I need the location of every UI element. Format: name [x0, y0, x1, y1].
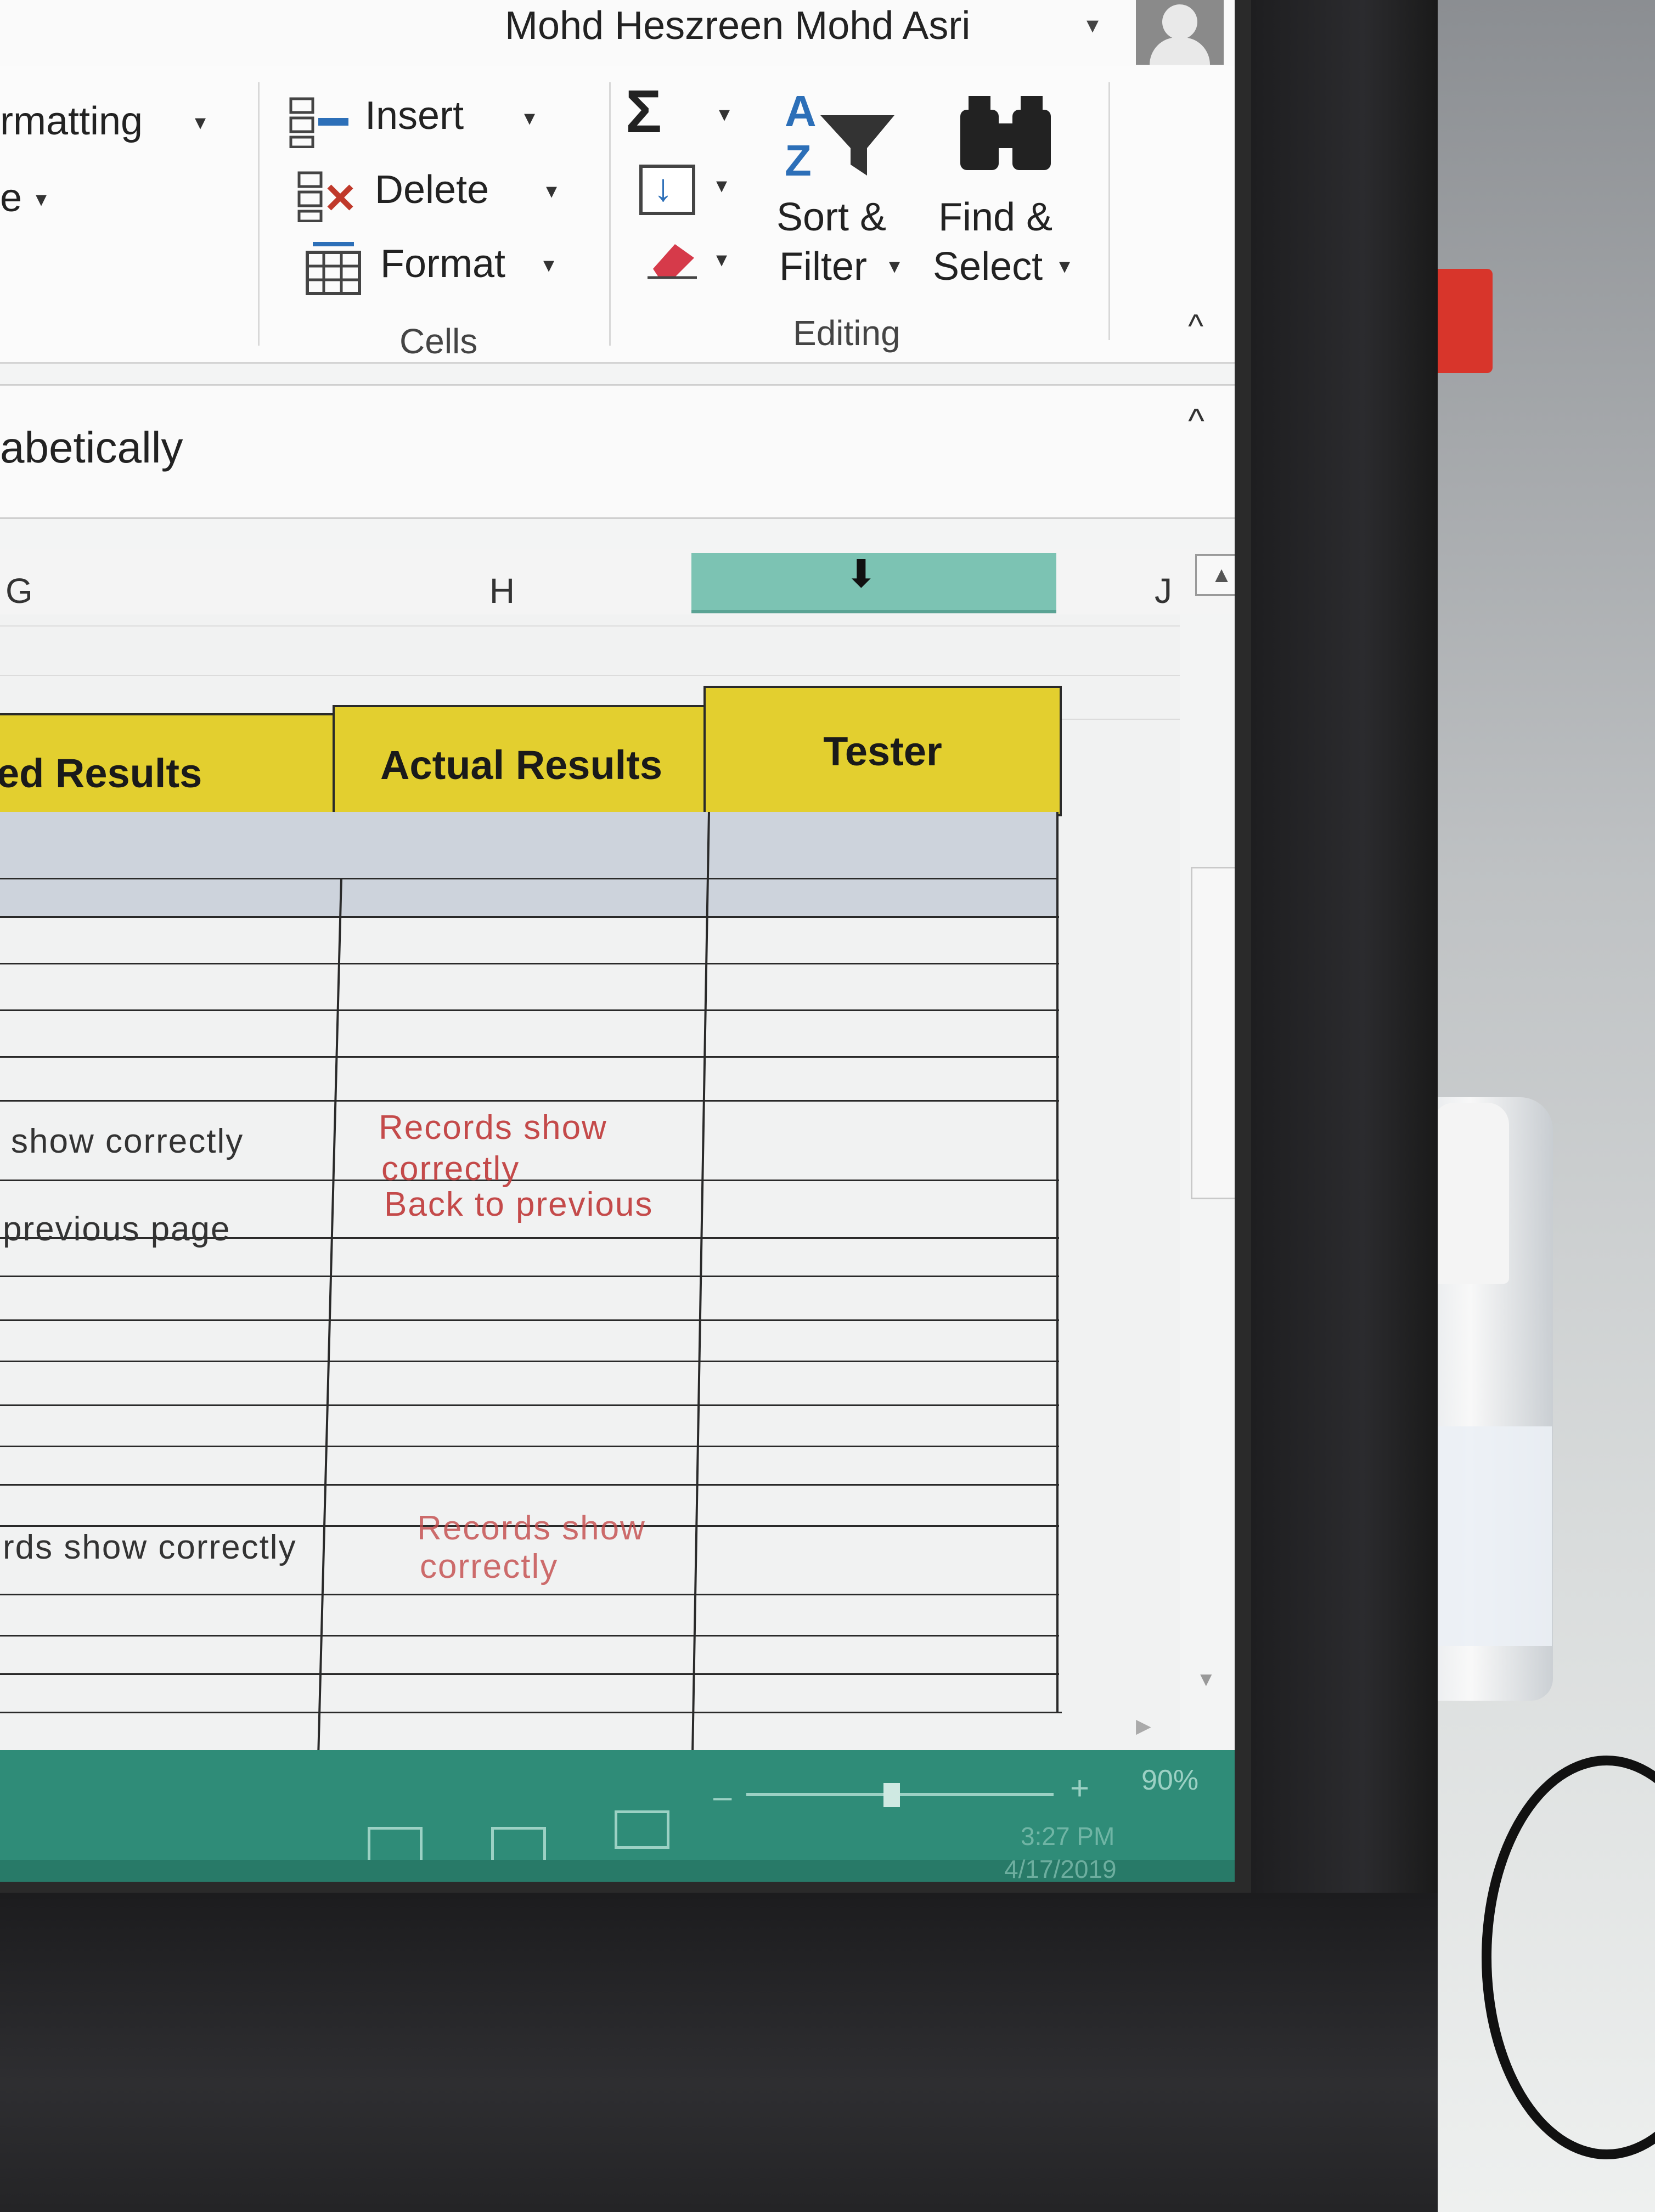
group-divider — [1108, 82, 1110, 340]
chevron-down-icon[interactable]: ▾ — [36, 187, 47, 212]
chevron-down-icon[interactable]: ▾ — [1059, 253, 1070, 279]
clear-eraser-icon[interactable] — [642, 236, 702, 280]
group-divider — [609, 82, 611, 346]
clock-date[interactable]: 4/17/2019 — [1004, 1854, 1117, 1882]
zoom-in-button[interactable]: + — [1070, 1769, 1089, 1807]
header-actual-results[interactable]: Actual Results — [333, 705, 710, 825]
table-row-line — [0, 1484, 1059, 1486]
column-header-h[interactable]: H — [313, 571, 691, 614]
zoom-slider[interactable] — [746, 1793, 1054, 1796]
svg-text:A: A — [785, 88, 817, 136]
sort-filter-icon: A Z — [785, 88, 894, 185]
actual-result-cell-line2: correctly — [381, 1150, 520, 1188]
table-row-line — [0, 1361, 1059, 1362]
header-tester-label: Tester — [823, 728, 942, 774]
delete-cells-icon — [297, 171, 353, 222]
editing-group-label: Editing — [793, 313, 900, 353]
zoom-out-button[interactable]: – — [713, 1778, 731, 1815]
cell-styles-button[interactable]: e — [0, 176, 22, 221]
gridline — [0, 675, 1180, 676]
scroll-up-button[interactable]: ▲ — [1195, 554, 1235, 596]
table-row-line — [0, 1635, 1059, 1637]
table-row-line — [0, 1319, 1059, 1321]
formula-area[interactable] — [0, 384, 1235, 519]
format-button[interactable]: Format — [380, 241, 505, 286]
red-object — [1432, 269, 1493, 373]
group-divider — [258, 82, 260, 346]
fill-icon[interactable]: ↓ — [639, 165, 695, 215]
header-actual-label: Actual Results — [380, 742, 663, 788]
insert-cells-icon — [289, 97, 348, 148]
account-caret-icon[interactable]: ▾ — [1087, 11, 1099, 39]
find-select-button[interactable]: Select — [933, 244, 1043, 289]
chevron-down-icon[interactable]: ▾ — [195, 110, 206, 135]
svg-text:Z: Z — [785, 136, 812, 185]
column-select-cursor-icon: ⬇ — [845, 552, 877, 595]
expected-result-cell[interactable]: show correctly — [11, 1122, 244, 1161]
scroll-right-icon[interactable]: ▶ — [1136, 1714, 1151, 1737]
monitor-bezel-right — [1251, 0, 1438, 2212]
table-row-line — [0, 1673, 1059, 1675]
chevron-down-icon[interactable]: ▾ — [716, 247, 727, 272]
scroll-down-icon[interactable]: ▼ — [1196, 1668, 1216, 1691]
formula-area-text: abetically — [0, 423, 183, 472]
collapse-ribbon-icon[interactable]: ^ — [1188, 307, 1203, 345]
section-band-row[interactable] — [0, 812, 1056, 878]
zoom-slider-thumb[interactable] — [883, 1783, 900, 1807]
cells-group-label: Cells — [399, 321, 478, 361]
table-row-line — [0, 1100, 1059, 1102]
table-row-line — [0, 963, 1059, 964]
actual-result-cell[interactable]: Back to previous — [384, 1185, 653, 1224]
actual-result-cell[interactable]: Records show — [417, 1509, 646, 1548]
zoom-level[interactable]: 90% — [1141, 1764, 1198, 1797]
collapse-formula-icon[interactable]: ^ — [1188, 400, 1204, 441]
chevron-down-icon[interactable]: ▾ — [543, 252, 554, 278]
chevron-down-icon[interactable]: ▾ — [716, 173, 727, 198]
table-row-line — [0, 916, 1059, 918]
table-row-line — [0, 878, 1056, 879]
monitor-bezel-bottom — [0, 1893, 1438, 2212]
spray-bottle-cap — [1432, 1103, 1509, 1284]
excel-window: Mohd Heszreen Mohd Asri ▾ rmatting ▾ e ▾… — [0, 0, 1235, 1882]
column-header-j[interactable]: J — [1125, 571, 1202, 614]
gridline — [0, 625, 1180, 627]
expected-result-cell[interactable]: previous page — [3, 1210, 231, 1249]
table-row-line — [0, 1276, 1059, 1277]
chevron-down-icon[interactable]: ▾ — [889, 253, 900, 279]
autosum-icon[interactable]: Σ — [626, 77, 662, 146]
avatar-head-icon — [1162, 4, 1197, 40]
chevron-down-icon[interactable]: ▾ — [524, 105, 535, 131]
format-cells-icon — [306, 242, 361, 295]
table-row-line — [0, 1056, 1059, 1058]
conditional-formatting-button[interactable]: rmatting — [0, 99, 143, 144]
sort-filter-button[interactable]: Filter — [779, 244, 867, 289]
page-break-view-icon[interactable] — [615, 1810, 669, 1849]
table-row-line — [0, 1594, 1059, 1595]
table-col-line — [1056, 812, 1059, 1712]
table-row-line — [0, 1404, 1059, 1406]
sort-filter-label-line1[interactable]: Sort & — [776, 195, 886, 240]
table-row-line — [0, 1712, 1062, 1713]
header-expected-label: ed Results — [0, 750, 202, 796]
header-tester[interactable]: Tester — [703, 686, 1062, 816]
chevron-down-icon[interactable]: ▾ — [719, 101, 730, 127]
account-name[interactable]: Mohd Heszreen Mohd Asri — [505, 3, 970, 48]
binoculars-icon — [960, 96, 1051, 170]
fill-arrow: ↓ — [654, 166, 673, 209]
table-row-line — [0, 1446, 1059, 1447]
delete-button[interactable]: Delete — [375, 167, 489, 212]
column-header-g[interactable]: G — [0, 571, 318, 620]
insert-button[interactable]: Insert — [365, 93, 464, 138]
expected-result-cell[interactable]: rds show correctly — [3, 1528, 297, 1567]
find-select-label-line1[interactable]: Find & — [938, 195, 1052, 240]
actual-result-cell[interactable]: Records show — [379, 1108, 607, 1147]
actual-result-cell-line2: correctly — [420, 1548, 559, 1585]
chevron-down-icon[interactable]: ▾ — [546, 178, 557, 204]
vertical-scrollbar-thumb[interactable] — [1191, 867, 1235, 1199]
table-row-line — [0, 1009, 1059, 1011]
table-row-line — [0, 1180, 1059, 1181]
section-band-row[interactable] — [0, 878, 1056, 916]
clock-time[interactable]: 3:27 PM — [1021, 1821, 1114, 1851]
